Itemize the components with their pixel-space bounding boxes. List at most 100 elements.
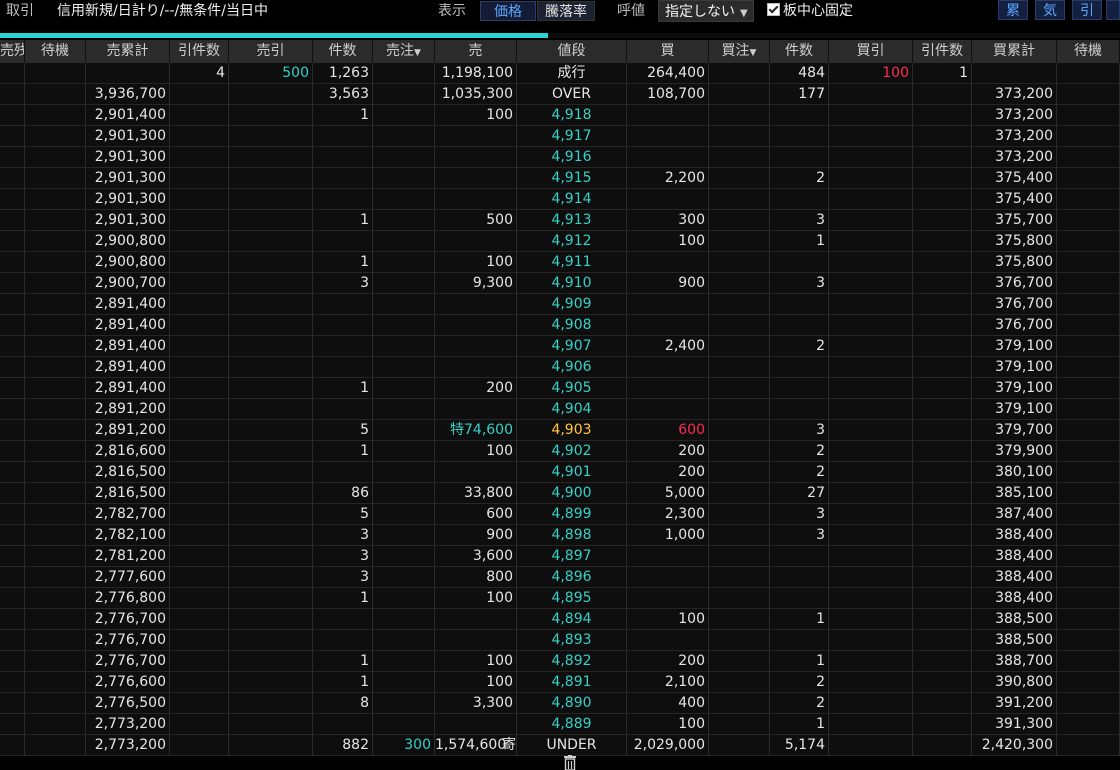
price-level-row[interactable]: 2,891,200 4,904 379,100 — [0, 399, 1120, 420]
cell-price[interactable]: 4,903 — [517, 420, 627, 440]
cell-buy[interactable]: 1,000 — [627, 525, 709, 545]
cell-buy[interactable]: 100 — [627, 609, 709, 629]
cell-buy[interactable]: 400 — [627, 693, 709, 713]
draw-button[interactable]: 引 — [1072, 0, 1102, 20]
cell-price[interactable]: 4,894 — [517, 609, 627, 629]
cell-buy[interactable]: 100 — [627, 231, 709, 251]
cell-price[interactable]: 4,902 — [517, 441, 627, 461]
cell-buy[interactable] — [627, 315, 709, 335]
cell-sell[interactable]: 9,300 — [435, 273, 517, 293]
cell-price[interactable]: OVER — [517, 84, 627, 104]
cell-sell[interactable]: 100 — [435, 252, 517, 272]
cell-buy[interactable]: 2,300 — [627, 504, 709, 524]
cell-buy[interactable]: 2,100 — [627, 672, 709, 692]
cell-buy[interactable] — [627, 252, 709, 272]
price-level-row[interactable]: 2,776,800 1 100 4,895 388,400 — [0, 588, 1120, 609]
cell-sell[interactable] — [435, 231, 517, 251]
cumulative-button[interactable]: 累 — [998, 0, 1028, 20]
col-draw-count-left[interactable]: 引件数 — [170, 40, 229, 63]
price-level-row[interactable]: 2,901,300 4,914 375,400 — [0, 189, 1120, 210]
cell-price[interactable]: 4,909 — [517, 294, 627, 314]
display-price-toggle[interactable]: 価格 — [480, 1, 536, 21]
cell-sell[interactable] — [435, 147, 517, 167]
col-sell[interactable]: 売 — [435, 40, 517, 63]
price-level-row[interactable]: 2,782,700 5 600 4,899 2,300 3 387,400 — [0, 504, 1120, 525]
price-level-row[interactable]: 2,900,800 1 100 4,911 375,800 — [0, 252, 1120, 273]
cell-buy[interactable]: 200 — [627, 651, 709, 671]
cell-price[interactable]: 4,892 — [517, 651, 627, 671]
price-level-row[interactable]: 2,901,300 4,915 2,200 2 375,400 — [0, 168, 1120, 189]
cell-sell[interactable]: 1,035,300 — [435, 84, 517, 104]
cell-sell[interactable]: 200 — [435, 378, 517, 398]
col-sell-order[interactable]: 売注▼ — [373, 40, 435, 63]
cell-sell[interactable] — [435, 714, 517, 734]
cell-sell[interactable] — [435, 399, 517, 419]
cell-buy[interactable]: 108,700 — [627, 84, 709, 104]
col-price[interactable]: 値段 — [517, 40, 627, 63]
cell-price[interactable]: 4,896 — [517, 567, 627, 587]
cell-sell[interactable] — [435, 189, 517, 209]
cell-sell[interactable]: 100 — [435, 651, 517, 671]
cell-buy[interactable]: 2,029,000 — [627, 735, 709, 755]
col-count-left[interactable]: 件数 — [313, 40, 373, 63]
cell-price[interactable]: 4,905 — [517, 378, 627, 398]
cell-sell[interactable]: 100 — [435, 588, 517, 608]
cell-price[interactable]: 4,904 — [517, 399, 627, 419]
cell-buy[interactable]: 200 — [627, 462, 709, 482]
cell-price[interactable]: 4,897 — [517, 546, 627, 566]
cell-sell[interactable] — [435, 357, 517, 377]
price-level-row[interactable]: 2,776,500 8 3,300 4,890 400 2 391,200 — [0, 693, 1120, 714]
price-level-row[interactable]: 2,816,500 86 33,800 4,900 5,000 27 385,100 — [0, 483, 1120, 504]
cell-sell[interactable] — [435, 609, 517, 629]
cell-sell[interactable]: 100 — [435, 441, 517, 461]
cell-buy[interactable]: 264,400 — [627, 63, 709, 83]
cell-price[interactable]: 4,916 — [517, 147, 627, 167]
price-level-row[interactable]: 2,776,700 4,894 100 1 388,500 — [0, 609, 1120, 630]
trade-condition-value[interactable]: 信用新規/日計り/--/無条件/当日中 — [57, 0, 268, 24]
cell-buy[interactable]: 200 — [627, 441, 709, 461]
display-rate-toggle[interactable]: 騰落率 — [537, 1, 595, 21]
cell-sell[interactable]: 33,800 — [435, 483, 517, 503]
price-level-row[interactable]: 2,891,400 1 200 4,905 379,100 — [0, 378, 1120, 399]
price-level-row[interactable]: 2,773,200 4,889 100 1 391,300 — [0, 714, 1120, 735]
cell-sell[interactable] — [435, 315, 517, 335]
col-buy[interactable]: 買 — [627, 40, 709, 63]
cell-price[interactable]: 4,907 — [517, 336, 627, 356]
cell-buy[interactable] — [627, 126, 709, 146]
cell-buy[interactable] — [627, 588, 709, 608]
cell-price[interactable]: 4,913 — [517, 210, 627, 230]
col-buy-draw[interactable]: 買引 — [829, 40, 913, 63]
cell-sell[interactable]: 900 — [435, 525, 517, 545]
cell-sell[interactable]: 3,600 — [435, 546, 517, 566]
cell-buy[interactable] — [627, 105, 709, 125]
cell-price[interactable]: 4,899 — [517, 504, 627, 524]
price-level-row[interactable]: 2,891,400 4,908 376,700 — [0, 315, 1120, 336]
col-wait-left[interactable]: 待機 — [25, 40, 86, 63]
cell-buy[interactable] — [627, 189, 709, 209]
price-level-row[interactable]: 2,891,400 4,907 2,400 2 379,100 — [0, 336, 1120, 357]
cell-price[interactable]: 4,890 — [517, 693, 627, 713]
cell-buy[interactable]: 600 — [627, 420, 709, 440]
cell-buy[interactable] — [627, 294, 709, 314]
cell-buy[interactable] — [627, 630, 709, 650]
cell-sell[interactable] — [435, 294, 517, 314]
under-row[interactable]: 2,773,200 882 300 1,574,600 寄 UNDER 2,029,000 5… — [0, 735, 1120, 756]
cell-buy[interactable]: 2,400 — [627, 336, 709, 356]
col-count-right[interactable]: 件数 — [770, 40, 829, 63]
cell-sell[interactable]: 800 — [435, 567, 517, 587]
price-level-row[interactable]: 2,891,400 4,906 379,100 — [0, 357, 1120, 378]
cell-price[interactable]: 4,906 — [517, 357, 627, 377]
price-level-row[interactable]: 2,816,600 1 100 4,902 200 2 379,900 — [0, 441, 1120, 462]
cell-sell[interactable]: 100 — [435, 105, 517, 125]
cell-price[interactable]: 4,889 — [517, 714, 627, 734]
cell-sell[interactable]: 100 — [435, 672, 517, 692]
cell-price[interactable]: 4,915 — [517, 168, 627, 188]
cell-buy[interactable]: 300 — [627, 210, 709, 230]
cell-buy[interactable] — [627, 147, 709, 167]
cell-price[interactable]: 4,893 — [517, 630, 627, 650]
cell-buy[interactable] — [627, 378, 709, 398]
cell-sell[interactable] — [435, 336, 517, 356]
cell-price[interactable]: UNDER — [517, 735, 627, 755]
price-level-row[interactable]: 2,782,100 3 900 4,898 1,000 3 388,400 — [0, 525, 1120, 546]
more-button[interactable] — [1106, 0, 1120, 20]
